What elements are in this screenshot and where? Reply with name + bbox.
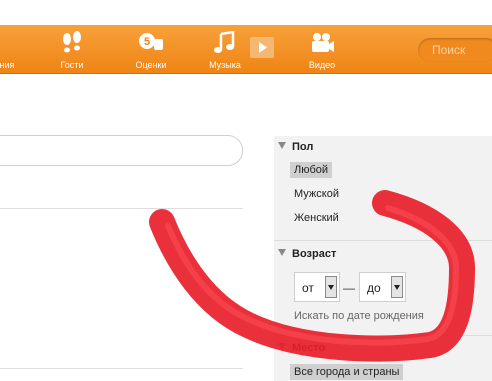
nav-item-cut-off[interactable]: ния [0, 25, 22, 74]
nav-item-label: Видео [308, 60, 336, 70]
section-divider [274, 240, 492, 241]
age-from-value: от [302, 281, 314, 295]
nav-item-guests[interactable]: Гости [52, 25, 92, 74]
collapse-triangle-icon [278, 142, 286, 149]
collapse-triangle-icon [278, 343, 286, 350]
divider [0, 208, 243, 209]
nav-item-label: Оценки [135, 60, 167, 70]
birthdate-search-link[interactable]: Искать по дате рождения [294, 310, 424, 322]
gender-option-male[interactable]: Мужской [290, 186, 343, 202]
svg-text:5: 5 [144, 36, 150, 48]
gender-title-label: Пол [292, 141, 314, 153]
collapse-triangle-icon [278, 249, 286, 256]
age-to-select[interactable]: до [359, 272, 406, 302]
people-search-input[interactable] [0, 135, 243, 166]
nav-item-video[interactable]: Видео [302, 25, 342, 74]
chevron-down-icon[interactable] [325, 276, 337, 298]
rating-hand-5-icon: 5 [139, 33, 163, 50]
age-from-select[interactable]: от [294, 272, 340, 302]
nav-item-label: ния [0, 60, 15, 70]
chevron-down-icon[interactable] [391, 276, 403, 298]
place-title-label: Место [292, 342, 326, 354]
gender-option-female[interactable]: Женский [290, 210, 343, 226]
play-button-icon[interactable] [250, 37, 274, 58]
age-range-separator: — [343, 281, 355, 295]
nav-item-label: Музыка [209, 60, 241, 70]
footprints-icon [63, 31, 81, 53]
age-title-label: Возраст [292, 248, 337, 260]
place-section-title[interactable]: Место [278, 342, 325, 354]
gender-option-any[interactable]: Любой [290, 162, 333, 178]
music-note-icon [214, 31, 235, 53]
place-selected-value[interactable]: Все города и страны [290, 364, 404, 380]
nav-item-label: Гости [60, 60, 84, 70]
nav-item-music[interactable]: Музыка [204, 25, 246, 74]
age-to-value: до [367, 281, 381, 295]
search-placeholder: Поиск [432, 43, 466, 57]
age-section-title[interactable]: Возраст [278, 248, 336, 260]
divider [0, 368, 243, 369]
gender-section-title[interactable]: Пол [278, 141, 313, 153]
nav-item-ratings[interactable]: 5 Оценки [128, 25, 174, 74]
search-input[interactable]: Поиск [418, 38, 492, 62]
section-divider [274, 335, 492, 336]
video-camera-icon [312, 33, 334, 52]
